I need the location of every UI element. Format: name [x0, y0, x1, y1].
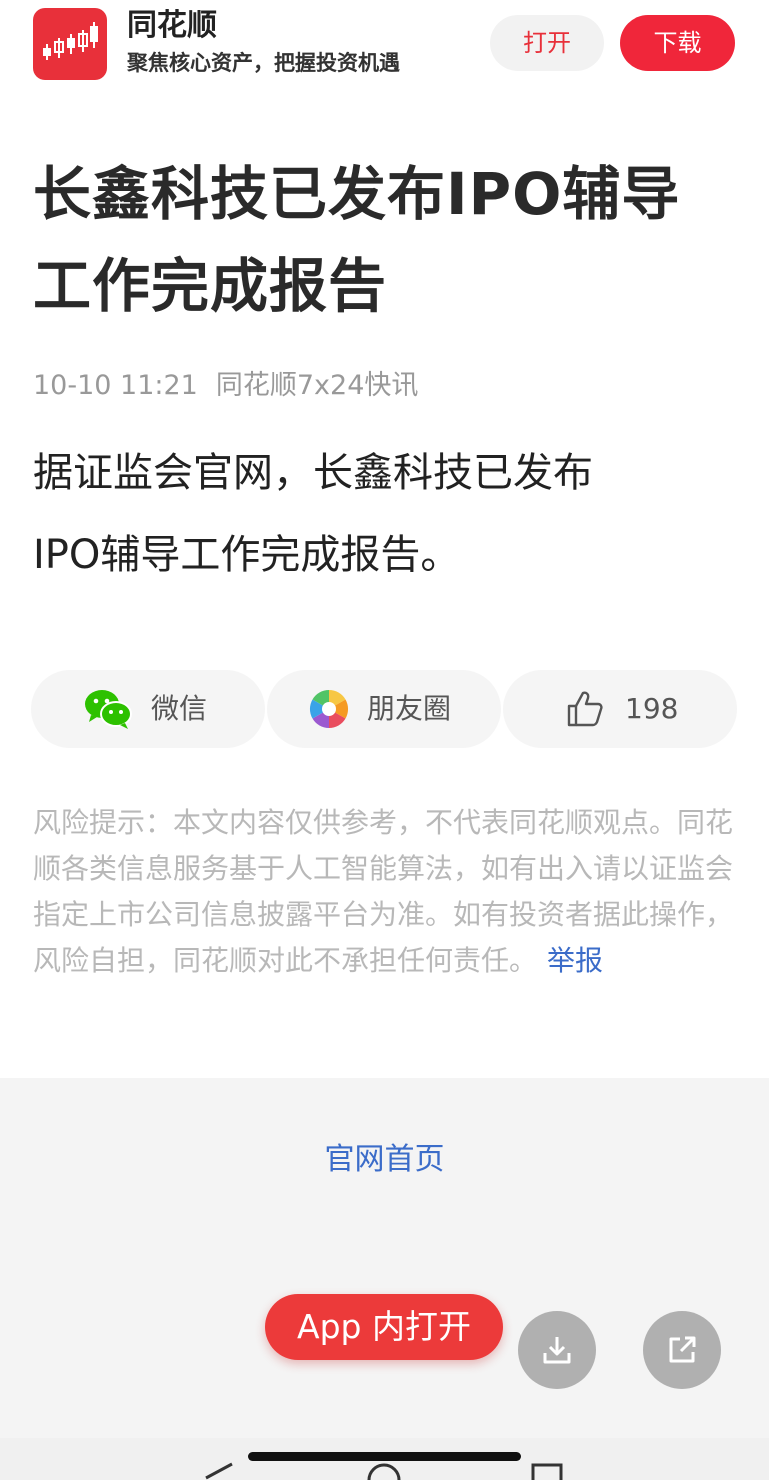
open-app-button[interactable]: 打开 [490, 15, 604, 71]
homepage-link[interactable]: 官网首页 [0, 1138, 769, 1182]
recents-nav-icon[interactable] [530, 1462, 566, 1480]
article-date: 10-10 11:21 [33, 370, 198, 401]
home-indicator[interactable] [248, 1452, 521, 1461]
report-link[interactable]: 举报 [547, 944, 603, 977]
share-moments-label: 朋友圈 [367, 692, 452, 725]
wechat-icon [85, 690, 132, 729]
article-title: 长鑫科技已发布IPO辅导 工作完成报告 [33, 148, 733, 332]
article-body-line: IPO辅导工作完成报告。 [33, 532, 461, 578]
share-floating-button[interactable] [643, 1311, 721, 1389]
download-icon [543, 1337, 571, 1364]
article-title-line: 工作完成报告 [33, 252, 388, 320]
open-in-app-button[interactable]: App 内打开 [265, 1294, 503, 1360]
download-app-button[interactable]: 下载 [620, 15, 735, 71]
app-logo[interactable] [33, 8, 107, 80]
article-body: 据证监会官网，长鑫科技已发布 IPO辅导工作完成报告。 [33, 432, 733, 596]
risk-text: 风险提示：本文内容仅供参考，不代表同花顺观点。同花顺各类信息服务基于人工智能算法… [33, 806, 734, 977]
share-icon [669, 1336, 696, 1363]
page-footer: 官网首页 [0, 1078, 769, 1438]
share-wechat-label: 微信 [151, 692, 208, 725]
share-wechat-button[interactable]: 微信 [31, 670, 265, 748]
article-title-line: 长鑫科技已发布IPO辅导 [33, 160, 681, 228]
like-button[interactable]: 198 [503, 670, 737, 748]
article-meta: 10-10 11:21 同花顺7x24快讯 [33, 366, 418, 406]
candlestick-logo-icon [43, 22, 98, 60]
share-moments-button[interactable]: 朋友圈 [267, 670, 501, 748]
home-nav-icon[interactable] [366, 1462, 402, 1480]
download-floating-button[interactable] [518, 1311, 596, 1389]
app-slogan: 聚焦核心资产，把握投资机遇 [127, 51, 400, 75]
thumbs-up-icon [567, 691, 603, 727]
risk-disclaimer: 风险提示：本文内容仅供参考，不代表同花顺观点。同花顺各类信息服务基于人工智能算法… [33, 800, 733, 984]
app-name: 同花顺 [127, 8, 217, 43]
article-body-line: 据证监会官网，长鑫科技已发布 [33, 450, 593, 496]
share-bar: 微信 朋友圈 198 [31, 670, 737, 748]
system-nav-bar [0, 1438, 769, 1480]
like-count: 198 [625, 692, 679, 725]
app-banner: 同花顺 聚焦核心资产，把握投资机遇 打开 下载 [0, 0, 769, 92]
moments-icon [309, 689, 349, 729]
back-nav-icon[interactable] [200, 1462, 236, 1480]
article-source: 同花顺7x24快讯 [215, 370, 419, 401]
